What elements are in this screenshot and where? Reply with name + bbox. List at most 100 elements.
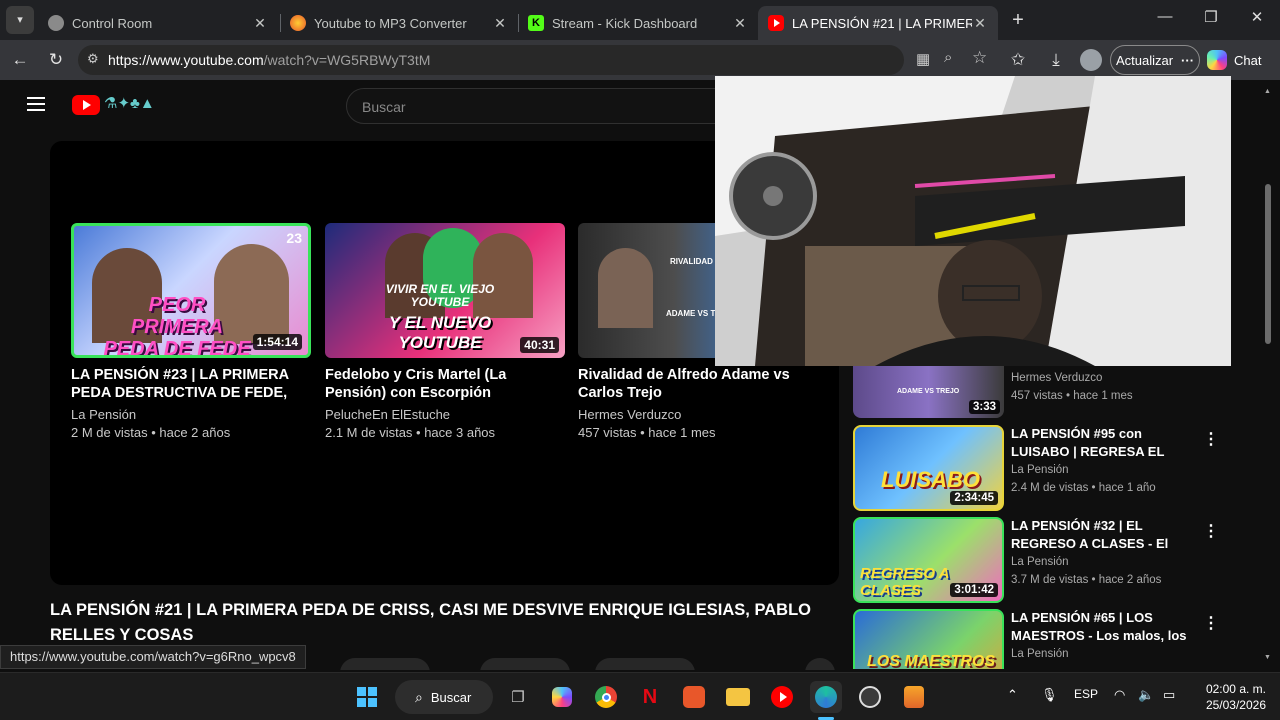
more-actions-button[interactable] — [805, 658, 835, 670]
recommendation-item[interactable]: REGRESO A CLASES 3:01:42 LA PENSIÓN #32 … — [853, 517, 1253, 603]
scroll-down-icon[interactable]: ▼ — [1264, 654, 1271, 661]
video-title-heading: LA PENSIÓN #21 | LA PRIMERA PEDA DE CRIS… — [50, 601, 811, 644]
video-action-bar — [340, 658, 840, 670]
channel-name[interactable]: La Pensión — [71, 407, 311, 422]
battery-icon[interactable]: ▭ — [1163, 687, 1175, 703]
video-title[interactable]: Fedelobo y Cris Martel (La Pensión) con … — [325, 366, 565, 402]
show-hidden-icons-icon[interactable]: ⌃ — [1007, 687, 1018, 703]
scroll-up-icon[interactable]: ▲ — [1264, 88, 1271, 95]
zoom-icon[interactable]: ⌕ — [944, 49, 952, 66]
video-title[interactable]: LA PENSIÓN #65 | LOS MAESTROS - Los malo… — [1011, 609, 1197, 645]
share-button[interactable] — [480, 658, 570, 670]
close-tab-icon[interactable]: ✕ — [492, 15, 508, 32]
tab-youtube-video[interactable]: LA PENSIÓN #21 | LA PRIMERA PE ✕ — [758, 6, 998, 40]
video-duration: 3:01:42 — [950, 583, 998, 597]
new-tab-button[interactable]: + — [1006, 9, 1030, 33]
recommendation-item[interactable]: LUISABO 2:34:45 LA PENSIÓN #95 con LUISA… — [853, 425, 1253, 511]
close-tab-icon[interactable]: ✕ — [252, 15, 268, 32]
converter-app-icon[interactable] — [678, 681, 710, 713]
windows-start-icon[interactable] — [351, 681, 383, 713]
converter-favicon-icon — [290, 15, 306, 31]
more-options-icon[interactable]: ⋮ — [1203, 429, 1219, 449]
video-title[interactable]: Rivalidad de Alfredo Adame vs Carlos Tre… — [578, 366, 818, 402]
back-arrow-icon[interactable]: ← — [8, 48, 32, 72]
obs-icon[interactable] — [854, 681, 886, 713]
channel-name[interactable]: La Pensión — [1011, 464, 1069, 476]
search-input[interactable]: Buscar — [346, 88, 746, 124]
video-thumbnail[interactable]: LUISABO 2:34:45 — [853, 425, 1004, 511]
file-explorer-icon[interactable] — [722, 681, 754, 713]
video-title[interactable]: LA PENSIÓN #32 | EL REGRESO A CLASES - E… — [1011, 517, 1197, 553]
edge-icon[interactable] — [810, 681, 842, 713]
url-host: https://www.youtube.com — [108, 52, 264, 68]
end-card-video[interactable]: 23 PEOR PRIMERA PEDA DE FEDE 1:54:14 LA … — [71, 223, 311, 440]
channel-name[interactable]: Hermes Verduzco — [1011, 372, 1102, 384]
fl-studio-icon[interactable] — [898, 681, 930, 713]
wifi-icon[interactable]: ◠ — [1114, 687, 1125, 703]
thumbnail-badge: 23 — [286, 230, 302, 246]
bookmark-star-icon[interactable]: ☆ — [972, 48, 987, 68]
app-install-icon[interactable]: ▦ — [916, 50, 930, 68]
end-card-video[interactable]: VIVIR EN EL VIEJO YOUTUBE Y EL NUEVO YOU… — [325, 223, 565, 440]
tab-mp3-converter[interactable]: Youtube to MP3 Converter ✕ — [280, 6, 518, 40]
video-thumbnail[interactable]: 23 PEOR PRIMERA PEDA DE FEDE 1:54:14 — [71, 223, 311, 358]
chat-label: Chat — [1234, 52, 1262, 68]
video-title[interactable]: LA PENSIÓN #95 con LUISABO | REGRESA EL … — [1011, 425, 1197, 461]
youtube-logo-icon[interactable] — [72, 95, 100, 115]
channel-name[interactable]: La Pensión — [1011, 648, 1069, 660]
more-options-icon[interactable]: ⋮ — [1203, 521, 1219, 541]
webcam-feed-image — [715, 76, 1231, 366]
minimize-icon[interactable]: — — [1142, 8, 1188, 32]
webcam-overlay — [715, 76, 1231, 366]
video-thumbnail[interactable]: LOS MAESTROS — [853, 609, 1004, 669]
address-bar[interactable]: ⚙ https://www.youtube.com/watch?v=WG5RBW… — [78, 45, 987, 75]
video-thumbnail[interactable]: VIVIR EN EL VIEJO YOUTUBE Y EL NUEVO YOU… — [325, 223, 565, 358]
copilot-chat-button[interactable]: Chat — [1207, 45, 1273, 75]
favorites-icon[interactable]: ✩ — [1006, 48, 1030, 72]
reload-icon[interactable]: ↻ — [44, 48, 68, 72]
browser-tab-strip: ▾ Control Room ✕ Youtube to MP3 Converte… — [0, 0, 1280, 40]
tab-kick-dashboard[interactable]: K Stream - Kick Dashboard ✕ — [518, 6, 758, 40]
video-thumbnail[interactable]: REGRESO A CLASES 3:01:42 — [853, 517, 1004, 603]
hamburger-menu-icon[interactable] — [27, 97, 45, 111]
window-close-icon[interactable]: ✕ — [1234, 8, 1280, 32]
close-tab-icon[interactable]: ✕ — [972, 15, 988, 32]
thumbnail-caption: PEOR PRIMERA PEDA DE FEDE — [103, 294, 251, 358]
channel-name[interactable]: Hermes Verduzco — [578, 407, 818, 422]
channel-name[interactable]: PelucheEn ElEstuche — [325, 407, 565, 422]
link-status-bar: https://www.youtube.com/watch?v=g6Rno_wp… — [0, 645, 306, 669]
save-button[interactable] — [595, 658, 695, 670]
url-text: https://www.youtube.com/watch?v=WG5RBWyT… — [108, 52, 430, 68]
like-button[interactable] — [340, 658, 430, 670]
more-options-icon[interactable]: ⋮ — [1203, 613, 1219, 633]
volume-icon[interactable]: 🔈 — [1138, 687, 1154, 703]
downloads-icon[interactable]: ⤓ — [1044, 48, 1068, 72]
copilot-icon — [1207, 50, 1227, 70]
copilot-app-icon[interactable] — [546, 681, 578, 713]
tab-title: LA PENSIÓN #21 | LA PRIMERA PE — [792, 15, 972, 31]
tab-control-room[interactable]: Control Room ✕ — [38, 6, 278, 40]
more-menu-icon[interactable]: ··· — [1181, 53, 1194, 68]
site-info-icon[interactable]: ⚙ — [87, 51, 99, 67]
page-scrollbar[interactable]: ▲ ▼ — [1262, 84, 1274, 668]
restore-icon[interactable]: ❐ — [1188, 8, 1234, 32]
channel-name[interactable]: La Pensión — [1011, 556, 1069, 568]
chrome-icon[interactable] — [590, 681, 622, 713]
recommendation-item[interactable]: LOS MAESTROS LA PENSIÓN #65 | LOS MAESTR… — [853, 609, 1253, 669]
input-language[interactable]: ESP — [1074, 687, 1098, 701]
kick-favicon-icon: K — [528, 15, 544, 31]
system-clock[interactable]: 02:00 a. m. 25/03/2026 — [1196, 681, 1266, 713]
close-tab-icon[interactable]: ✕ — [732, 15, 748, 32]
video-title[interactable]: LA PENSIÓN #23 | LA PRIMERA PEDA DESTRUC… — [71, 366, 311, 402]
profile-avatar[interactable] — [1080, 49, 1102, 71]
scrollbar-thumb[interactable] — [1265, 184, 1271, 344]
task-view-icon[interactable]: ❐ — [502, 681, 534, 713]
update-button[interactable]: Actualizar ··· — [1110, 45, 1200, 75]
microphone-icon[interactable]: 🎙 — [1041, 687, 1058, 703]
tab-title: Youtube to MP3 Converter — [314, 15, 467, 31]
tab-search-button[interactable]: ▾ — [6, 6, 34, 34]
taskbar-search[interactable]: ⌕ Buscar — [395, 680, 493, 714]
thumbnail-caption: RIVALIDAD D — [670, 257, 721, 266]
netflix-icon[interactable]: N — [634, 681, 666, 713]
youtube-app-icon[interactable] — [766, 681, 798, 713]
